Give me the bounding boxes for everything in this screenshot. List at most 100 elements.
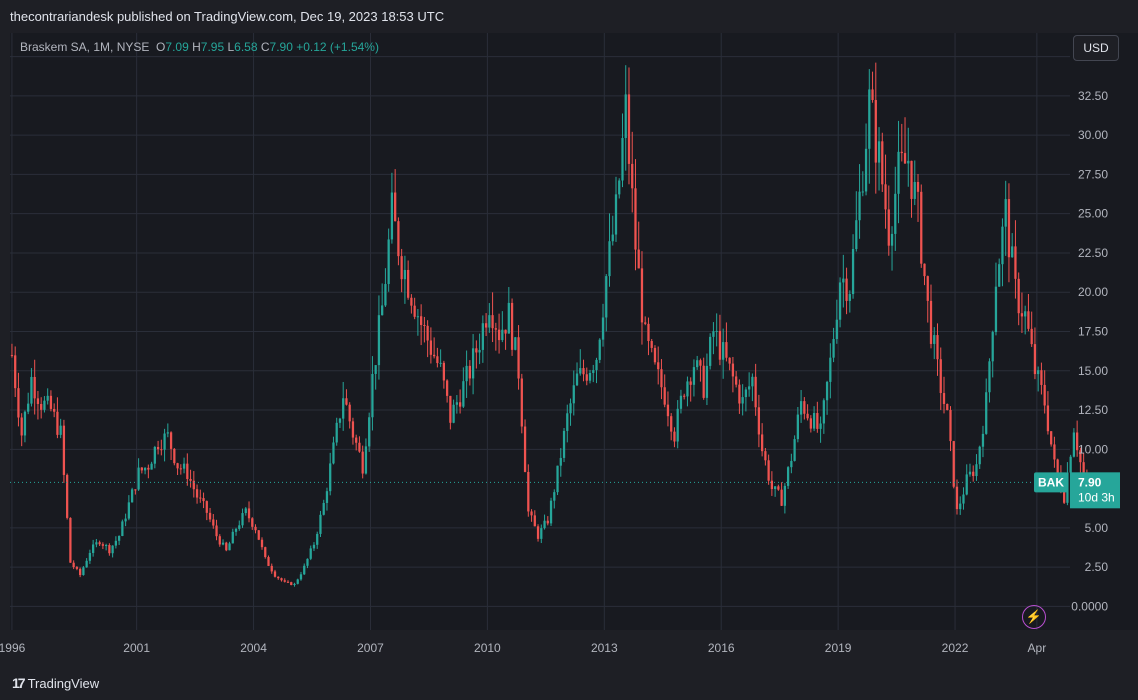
candle-body: [225, 542, 228, 551]
candle-body: [1043, 384, 1046, 406]
candle-body: [329, 463, 332, 492]
candle-body: [725, 342, 728, 358]
candle-body: [371, 373, 374, 418]
candle-body: [1053, 444, 1056, 460]
candle-body: [436, 356, 439, 364]
candle-body: [718, 330, 722, 360]
candle-body: [994, 286, 998, 333]
candle-body: [760, 434, 764, 452]
candle-body: [108, 545, 111, 554]
candle-body: [923, 263, 926, 277]
candle-body: [234, 528, 238, 532]
candle-body: [634, 188, 637, 250]
candle-body: [202, 498, 205, 502]
candle-body: [312, 544, 316, 549]
candle-body: [150, 463, 153, 470]
candle-body: [101, 544, 105, 546]
candle-body: [809, 418, 812, 429]
candle-body: [543, 520, 546, 529]
candle-body: [858, 191, 861, 221]
candle-body: [754, 376, 757, 408]
candle-body: [345, 398, 348, 405]
candle-body: [874, 100, 877, 163]
candle-body: [640, 268, 644, 323]
candle-body: [738, 384, 741, 404]
candle-body: [368, 417, 371, 447]
candle-body: [676, 408, 679, 442]
x-tick-label: 2007: [357, 641, 384, 655]
y-tick-label: 12.50: [1078, 403, 1108, 417]
candle-body: [780, 489, 783, 506]
y-tick-label: 0.0000: [1071, 599, 1108, 613]
tradingview-logo[interactable]: 17 TradingView: [12, 675, 99, 691]
x-tick-label: 1996: [0, 641, 26, 655]
candle-body: [855, 220, 858, 249]
candle-body: [1027, 311, 1030, 329]
candle-body: [715, 330, 718, 332]
candle-body: [1014, 246, 1017, 279]
candle-body: [426, 325, 429, 341]
candle-body: [182, 463, 186, 469]
candle-body: [247, 508, 251, 519]
candle-body: [864, 148, 868, 192]
candle-body: [998, 264, 1001, 287]
candle-body: [569, 403, 572, 414]
candle-body: [773, 486, 777, 490]
candle-body: [163, 433, 166, 450]
candle-body: [829, 357, 832, 382]
footer: [0, 668, 1138, 700]
lightning-bolt-icon[interactable]: ⚡: [1022, 605, 1046, 629]
candle-body: [403, 269, 407, 280]
candle-body: [381, 305, 384, 316]
candle-body: [572, 385, 575, 404]
y-tick-label: 17.50: [1078, 325, 1108, 339]
currency-button[interactable]: USD: [1073, 35, 1119, 61]
candle-body: [1004, 199, 1007, 227]
candle-body: [147, 467, 150, 470]
candlestick-chart[interactable]: 35.0032.5030.0027.5025.0022.5020.0017.50…: [0, 0, 1138, 700]
candle-body: [303, 565, 306, 575]
candle-body: [241, 513, 244, 526]
candle-body: [689, 381, 692, 385]
candle-body: [556, 465, 559, 493]
candle-body: [195, 489, 199, 498]
candle-body: [517, 337, 520, 379]
candle-body: [650, 341, 653, 348]
candle-body: [75, 567, 79, 569]
candle-body: [712, 331, 715, 337]
candle-body: [900, 151, 903, 154]
candle-body: [173, 448, 176, 464]
candle-body: [88, 552, 92, 561]
candle-body: [614, 194, 618, 235]
candle-body: [299, 574, 303, 580]
candle-body: [884, 184, 887, 210]
candle-body: [916, 182, 920, 192]
candle-body: [445, 380, 449, 396]
candle-body: [439, 362, 442, 364]
candle-body: [786, 467, 790, 486]
candle-body: [527, 471, 530, 512]
candle-body: [1017, 278, 1020, 314]
candle-body: [657, 362, 660, 370]
candle-body: [95, 542, 98, 545]
candle-body: [160, 449, 163, 451]
candle-body: [85, 560, 88, 568]
candle-body: [1063, 490, 1066, 503]
candle-body: [722, 342, 725, 360]
candle-body: [588, 372, 592, 381]
candle-body: [251, 518, 254, 527]
candle-body: [683, 395, 686, 397]
candle-body: [111, 545, 114, 554]
tradingview-brand-name: TradingView: [27, 676, 100, 691]
candles: [10, 62, 1102, 587]
candle-body: [705, 365, 709, 398]
candle-body: [868, 89, 871, 149]
candle-body: [699, 360, 702, 366]
change-value: +0.12 (+1.54%): [296, 40, 379, 54]
candle-body: [796, 414, 799, 440]
candle-body: [838, 282, 842, 320]
candle-body: [335, 422, 338, 443]
candle-body: [293, 583, 296, 586]
candle-body: [975, 464, 978, 477]
candle-body: [27, 403, 30, 412]
